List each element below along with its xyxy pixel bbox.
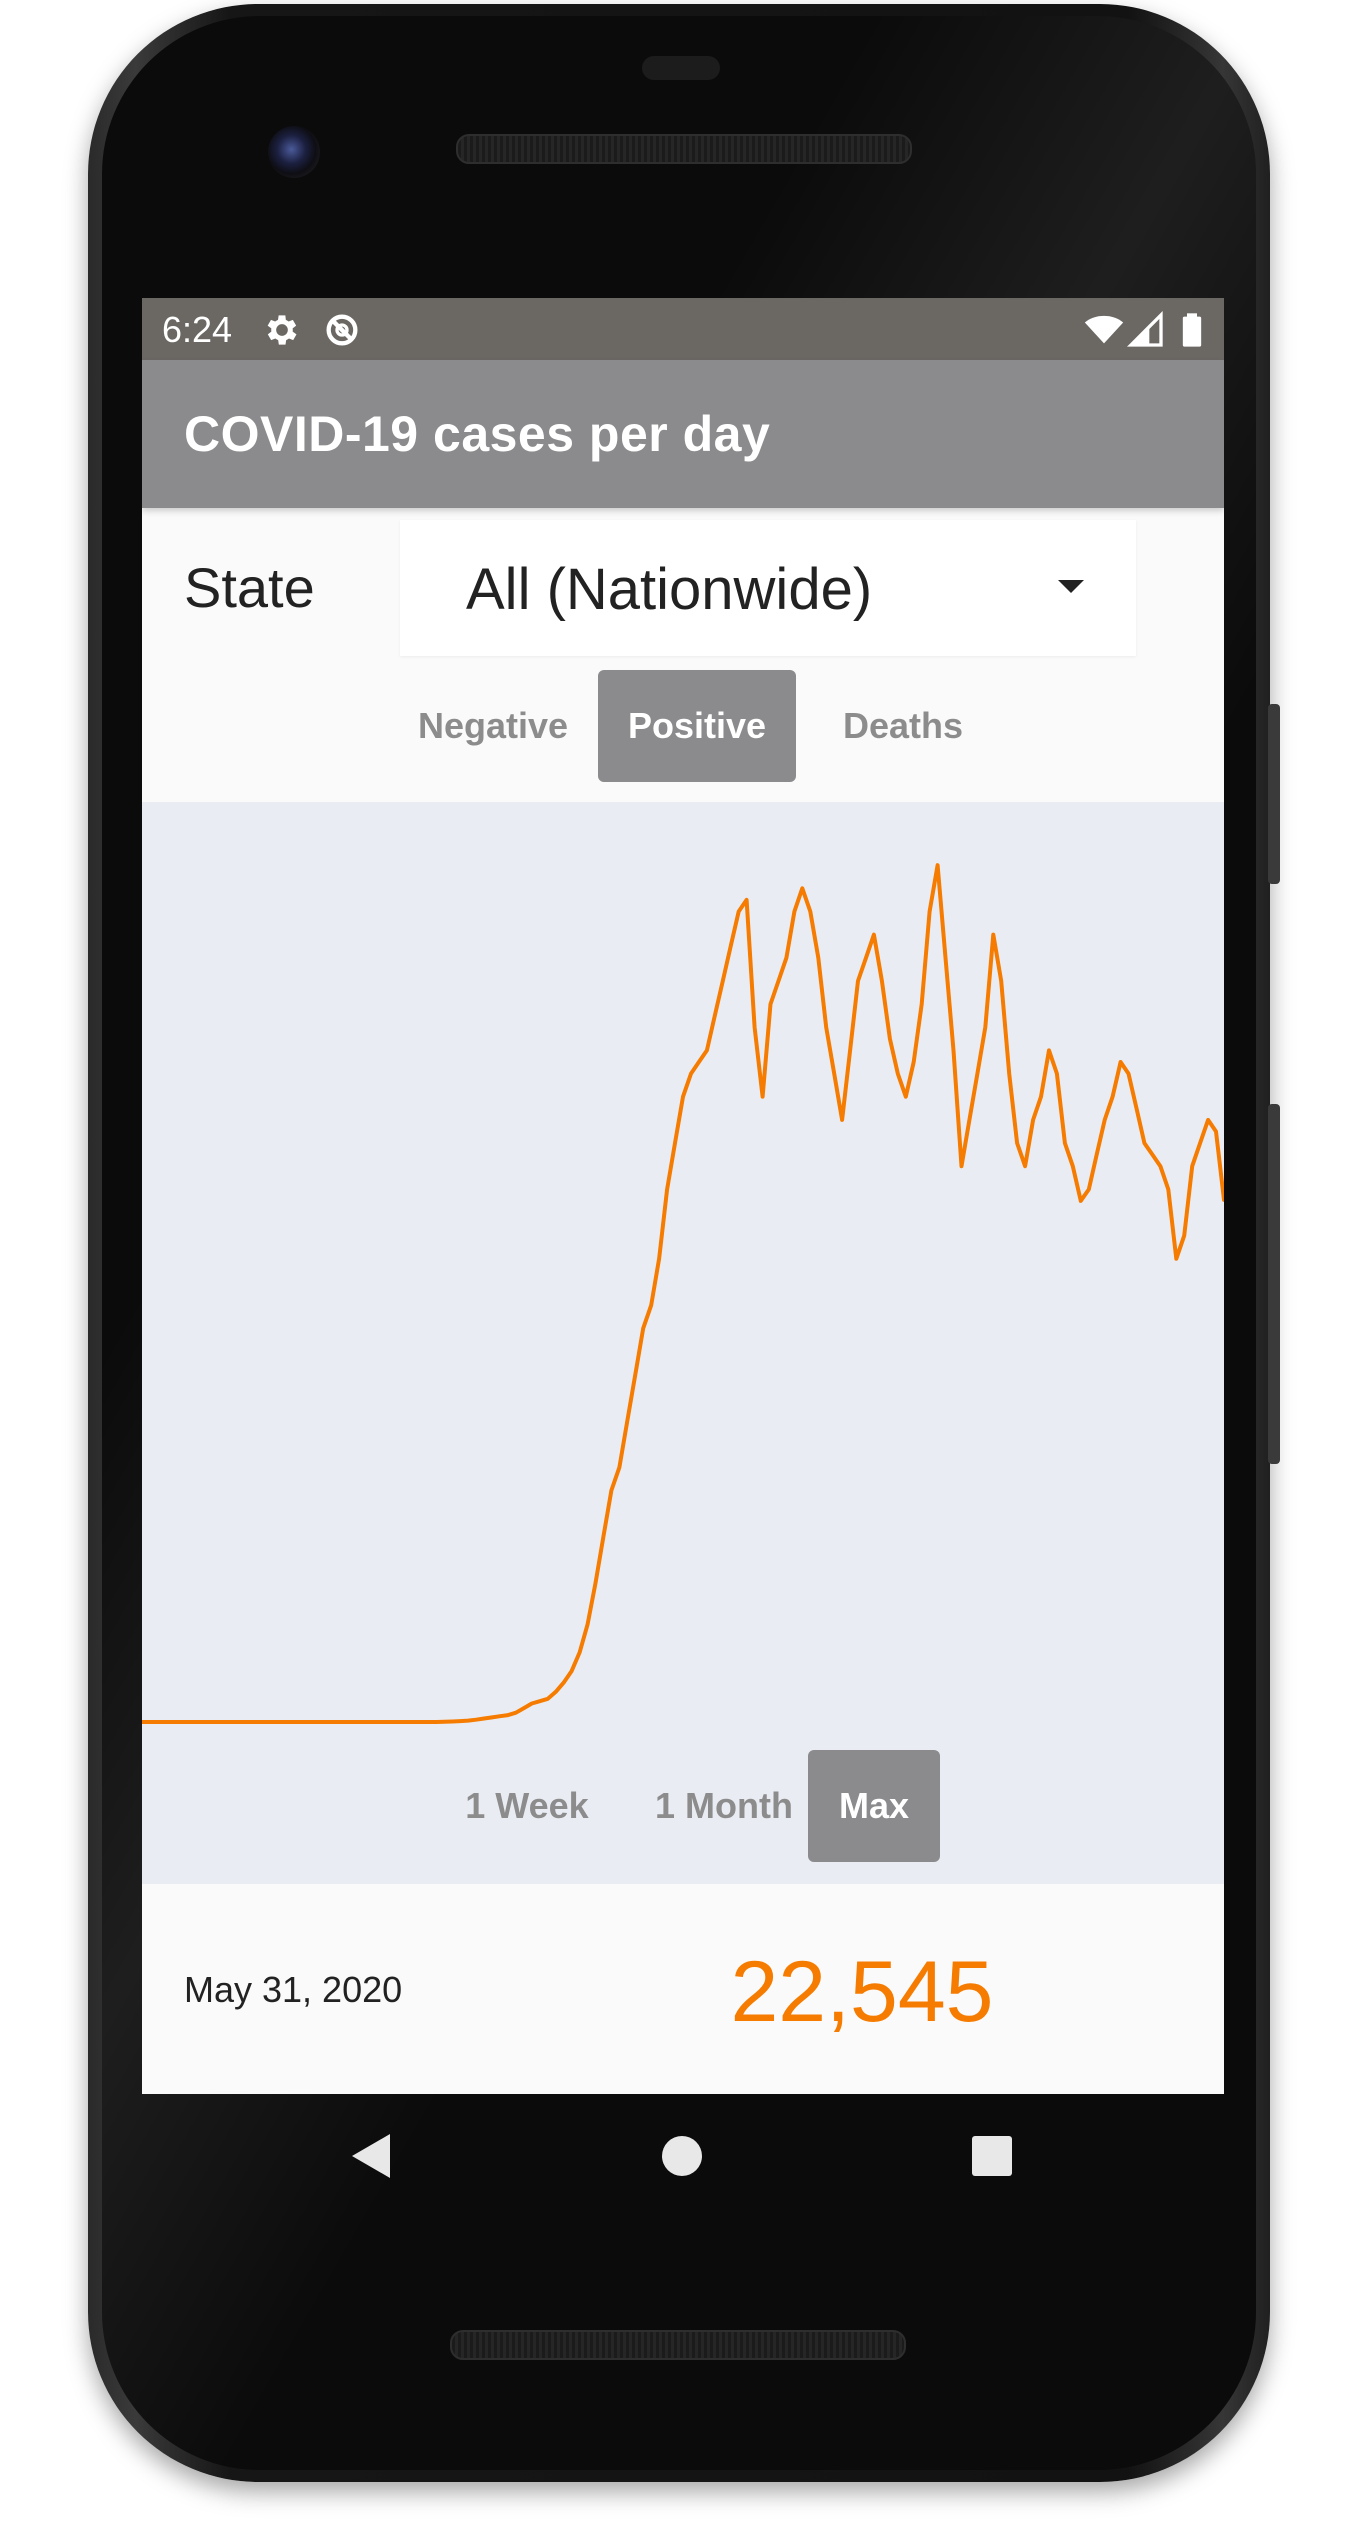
recents-icon[interactable] [972, 2136, 1012, 2176]
tab-negative[interactable]: Negative [408, 670, 578, 782]
selected-value: 22,545 [730, 1944, 994, 2040]
earpiece-speaker [456, 134, 912, 164]
app-title: COVID-19 cases per day [184, 406, 771, 462]
cases-line-chart [142, 863, 1224, 1724]
chart-series-line [142, 863, 1224, 1724]
signal-icon [1126, 310, 1163, 347]
power-button [1268, 704, 1280, 884]
range-1-month[interactable]: 1 Month [630, 1750, 818, 1862]
status-bar: 6:24 [142, 298, 1224, 360]
gear-icon [267, 315, 297, 345]
state-dropdown-value: All (Nationwide) [466, 557, 873, 622]
volume-button [1268, 1104, 1280, 1464]
wifi-icon [1084, 315, 1124, 344]
proximity-sensor [642, 56, 720, 80]
front-camera-icon [268, 126, 320, 178]
tab-positive[interactable]: Positive [598, 670, 796, 782]
bottom-speaker [450, 2330, 906, 2360]
back-icon[interactable] [352, 2134, 390, 2178]
cases-chart[interactable]: 1 Week 1 Month Max [142, 802, 1224, 1884]
selected-date: May 31, 2020 [184, 1969, 403, 2010]
state-label: State [184, 556, 315, 619]
range-1-week[interactable]: 1 Week [442, 1750, 612, 1862]
state-dropdown[interactable]: All (Nationwide) [400, 520, 1136, 656]
no-sync-icon [326, 314, 358, 346]
status-time: 6:24 [162, 309, 233, 350]
battery-icon [1182, 313, 1202, 347]
app-screen: 6:24 COVID-19 cases per day State All (N… [142, 298, 1224, 2094]
dropdown-arrow-icon [1058, 580, 1084, 593]
navigation-bar [142, 2094, 1224, 2224]
tab-deaths[interactable]: Deaths [814, 670, 992, 782]
app-bar: COVID-19 cases per day [142, 360, 1224, 508]
selected-point-panel: May 31, 2020 22,545 [142, 1884, 1224, 2094]
range-max[interactable]: Max [808, 1750, 940, 1862]
home-icon[interactable] [662, 2136, 702, 2176]
